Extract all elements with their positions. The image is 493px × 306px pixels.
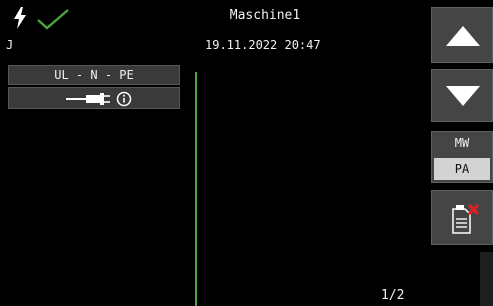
arrow-down-icon <box>446 86 480 106</box>
test-label: UL - N - PE <box>54 68 134 82</box>
plug-info-icon <box>66 91 132 107</box>
check-icon <box>37 9 69 30</box>
scroll-up-button[interactable] <box>431 7 493 63</box>
clear-document-button[interactable] <box>431 190 493 245</box>
mode-pa-selected: PA <box>434 158 490 180</box>
device-title: Maschine1 <box>229 8 301 23</box>
lightning-icon <box>14 7 26 29</box>
clear-document-icon <box>452 203 480 234</box>
test-label-box: UL - N - PE <box>8 65 180 85</box>
scroll-down-button[interactable] <box>431 69 493 122</box>
left-cut-text: J <box>6 38 14 52</box>
page-indicator: 1/2 <box>381 288 405 303</box>
graph-divider-line <box>195 72 197 306</box>
arrow-up-icon <box>446 26 480 46</box>
plug-info-box <box>8 87 180 109</box>
scroll-strip[interactable] <box>480 252 493 306</box>
mode-toggle-button[interactable]: MW PA <box>431 131 493 183</box>
mode-mw-label: MW <box>454 136 470 150</box>
date-time: 19.11.2022 20:47 <box>205 38 321 52</box>
